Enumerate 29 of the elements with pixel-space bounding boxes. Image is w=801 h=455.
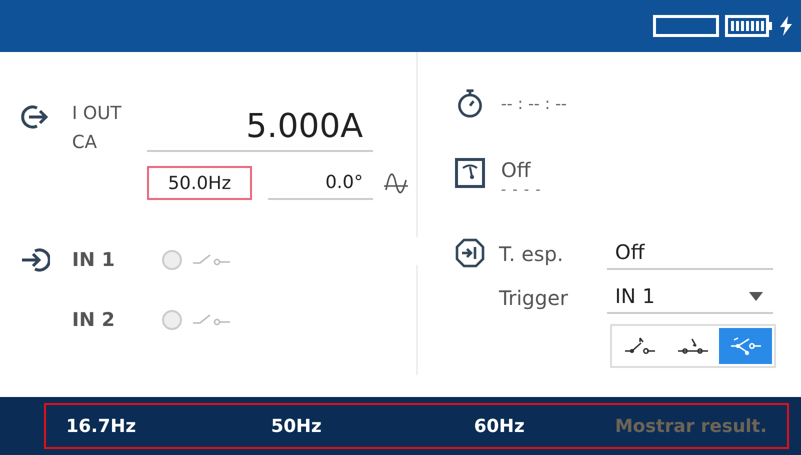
battery-icon: [725, 15, 773, 37]
trigger-dropdown[interactable]: IN 1: [607, 284, 773, 314]
meter-icon: [455, 158, 485, 188]
wait-time-icon: [455, 238, 485, 268]
opening-contact-icon: [623, 336, 658, 356]
timer-readout: -- : -- : --: [501, 94, 567, 112]
toggling-contact-icon: [728, 336, 763, 356]
meter-reading: - - - -: [501, 182, 542, 198]
switch-icon: [192, 253, 232, 267]
switch-icon: [192, 313, 232, 327]
phase-field[interactable]: 0.0°: [268, 166, 373, 200]
dropdown-caret-icon: [749, 292, 763, 300]
wait-time-label: T. esp.: [498, 242, 564, 268]
charging-bolt-icon: [779, 16, 793, 36]
input-label: IN 2: [71, 309, 116, 331]
stopwatch-icon: [455, 88, 485, 118]
closing-contact-icon: [676, 336, 710, 356]
wait-time-field[interactable]: Off: [607, 240, 773, 270]
trigger-label: Trigger: [498, 286, 569, 312]
softkey[interactable]: 60Hz: [474, 416, 525, 436]
meter-value: Off: [501, 158, 532, 182]
frequency-field[interactable]: 50.0Hz: [147, 166, 252, 200]
input-label: IN 1: [71, 249, 116, 271]
display-frame-icon: [653, 15, 719, 37]
softkey[interactable]: 16.7Hz: [66, 416, 136, 436]
amplitude-field[interactable]: 5.000A: [147, 102, 373, 152]
output-label: I OUT CA: [71, 102, 122, 155]
waveform-icon[interactable]: [383, 172, 409, 194]
softkey[interactable]: 50Hz: [271, 416, 322, 436]
